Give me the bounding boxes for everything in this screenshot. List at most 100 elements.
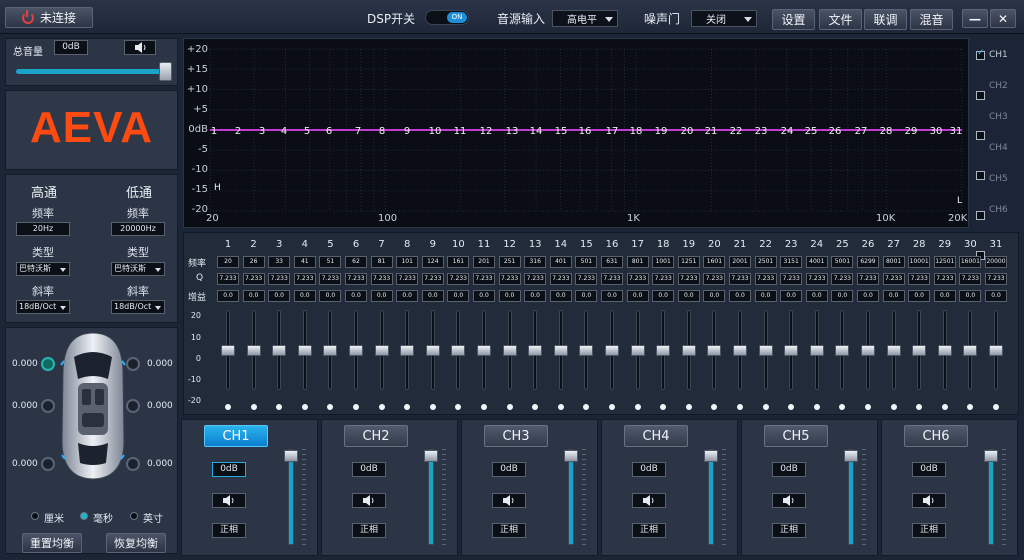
channel-volume-slider[interactable] <box>988 449 994 545</box>
eq-band-fader-knob[interactable] <box>784 345 799 356</box>
eq-band-gain-input[interactable]: 0.0 <box>729 290 751 302</box>
eq-band-bypass-dot[interactable] <box>762 404 769 410</box>
channel-select-button[interactable]: CH3 <box>484 425 548 447</box>
eq-band-fader-knob[interactable] <box>579 345 594 356</box>
eq-band-q-input[interactable]: 7.233 <box>217 273 239 285</box>
eq-band-freq-input[interactable]: 1251 <box>677 256 700 268</box>
eq-band-fader-knob[interactable] <box>374 345 389 356</box>
eq-band-q-input[interactable]: 7.233 <box>652 273 675 285</box>
eq-band-q-input[interactable]: 7.233 <box>729 273 751 285</box>
eq-band-bypass-dot[interactable] <box>225 404 231 410</box>
channel-volume-knob[interactable] <box>424 449 438 462</box>
eq-band-q-input[interactable]: 7.233 <box>754 273 777 285</box>
band-marker[interactable]: 30 <box>930 126 943 137</box>
speaker-fl-icon[interactable] <box>41 357 55 371</box>
mix-button[interactable]: 混音 <box>910 9 953 30</box>
band-marker[interactable]: 1 <box>211 126 217 137</box>
channel-mute-button[interactable] <box>772 493 806 508</box>
channel-display-checkbox[interactable] <box>976 91 985 100</box>
speaker-delay-fl[interactable]: 0.000 <box>12 359 38 369</box>
minimize-button[interactable]: — <box>962 9 988 28</box>
eq-band-q-input[interactable]: 7.233 <box>703 273 726 285</box>
master-mute-button[interactable] <box>124 40 156 55</box>
reset-eq-button[interactable]: 重置均衡 <box>22 533 82 553</box>
eq-band-gain-input[interactable]: 0.0 <box>575 290 598 302</box>
eq-band-freq-input[interactable]: 2501 <box>754 256 777 268</box>
eq-band-q-input[interactable]: 7.233 <box>831 273 854 285</box>
speaker-delay-sr[interactable]: 0.000 <box>147 459 173 469</box>
eq-band-q-input[interactable]: 7.233 <box>677 273 700 285</box>
eq-band-q-input[interactable]: 7.233 <box>601 273 623 285</box>
eq-band-gain-input[interactable]: 0.0 <box>524 290 547 302</box>
speaker-rr-icon[interactable] <box>126 399 140 413</box>
channel-volume-slider[interactable] <box>288 449 294 545</box>
channel-select-button[interactable]: CH4 <box>624 425 688 447</box>
eq-band-fader-knob[interactable] <box>323 345 338 356</box>
high-pass-type-select[interactable]: 巴特沃斯 <box>16 262 70 276</box>
eq-band-fader-knob[interactable] <box>297 345 312 356</box>
eq-band-gain-input[interactable]: 0.0 <box>396 290 419 302</box>
band-marker[interactable]: 23 <box>755 126 768 137</box>
band-marker[interactable]: 29 <box>905 126 918 137</box>
band-marker[interactable]: 13 <box>506 126 519 137</box>
eq-band-q-input[interactable]: 7.233 <box>293 273 316 285</box>
channel-phase-button[interactable]: 正相 <box>352 523 386 538</box>
channel-display-checkbox[interactable] <box>976 48 985 60</box>
eq-band-gain-input[interactable]: 0.0 <box>473 290 495 302</box>
channel-volume-knob[interactable] <box>564 449 578 462</box>
eq-band-gain-input[interactable]: 0.0 <box>933 290 956 302</box>
channel-phase-button[interactable]: 正相 <box>772 523 806 538</box>
channel-gain-input[interactable]: 0dB <box>212 462 246 477</box>
channel-phase-button[interactable]: 正相 <box>212 523 246 538</box>
channel-volume-slider[interactable] <box>428 449 434 545</box>
band-marker[interactable]: 3 <box>259 126 265 137</box>
low-pass-slope-select[interactable]: 18dB/Oct <box>111 300 165 314</box>
eq-band-freq-input[interactable]: 124 <box>421 256 444 268</box>
file-button[interactable]: 文件 <box>819 9 862 30</box>
eq-band-gain-input[interactable]: 0.0 <box>242 290 265 302</box>
channel-display-checkbox[interactable] <box>976 171 985 180</box>
eq-band-fader-knob[interactable] <box>886 345 901 356</box>
eq-band-freq-input[interactable]: 501 <box>575 256 598 268</box>
eq-band-bypass-dot[interactable] <box>557 404 564 410</box>
band-marker[interactable]: 4 <box>281 126 287 137</box>
eq-band-fader-knob[interactable] <box>835 345 850 356</box>
eq-band-freq-input[interactable]: 41 <box>293 256 316 268</box>
band-marker[interactable]: 28 <box>880 126 893 137</box>
eq-band-q-input[interactable]: 7.233 <box>882 273 905 285</box>
channel-display-checkbox[interactable] <box>976 131 985 140</box>
speaker-fr-icon[interactable] <box>126 357 140 371</box>
settings-button[interactable]: 设置 <box>772 9 815 30</box>
band-marker[interactable]: 22 <box>730 126 743 137</box>
eq-band-fader-knob[interactable] <box>605 345 619 356</box>
eq-band-bypass-dot[interactable] <box>993 404 999 410</box>
eq-band-q-input[interactable]: 7.233 <box>498 273 521 285</box>
eq-band-freq-input[interactable]: 33 <box>268 256 291 268</box>
band-marker[interactable]: 20 <box>681 126 694 137</box>
eq-band-freq-input[interactable]: 1601 <box>703 256 726 268</box>
eq-band-gain-input[interactable]: 0.0 <box>421 290 444 302</box>
eq-band-bypass-dot[interactable] <box>941 404 948 410</box>
eq-band-bypass-dot[interactable] <box>890 404 897 410</box>
eq-band-q-input[interactable]: 7.233 <box>268 273 291 285</box>
low-pass-marker[interactable]: L <box>957 196 962 206</box>
band-marker[interactable]: 27 <box>855 126 868 137</box>
band-marker[interactable]: 19 <box>655 126 668 137</box>
band-marker[interactable]: 11 <box>454 126 467 137</box>
band-marker[interactable]: 9 <box>404 126 410 137</box>
eq-band-q-input[interactable]: 7.233 <box>421 273 444 285</box>
eq-band-gain-input[interactable]: 0.0 <box>780 290 803 302</box>
channel-select-button[interactable]: CH1 <box>204 425 268 447</box>
eq-band-q-input[interactable]: 7.233 <box>370 273 393 285</box>
eq-band-q-input[interactable]: 7.233 <box>396 273 419 285</box>
eq-band-bypass-dot[interactable] <box>506 404 513 410</box>
eq-band-fader-knob[interactable] <box>246 345 261 356</box>
eq-band-q-input[interactable]: 7.233 <box>908 273 931 285</box>
eq-band-freq-input[interactable]: 8001 <box>882 256 905 268</box>
eq-band-fader-knob[interactable] <box>528 345 543 356</box>
eq-band-bypass-dot[interactable] <box>685 404 692 410</box>
eq-band-q-input[interactable]: 7.233 <box>319 273 342 285</box>
eq-band-fader-knob[interactable] <box>425 345 440 356</box>
eq-band-gain-input[interactable]: 0.0 <box>319 290 342 302</box>
eq-band-gain-input[interactable]: 0.0 <box>370 290 393 302</box>
